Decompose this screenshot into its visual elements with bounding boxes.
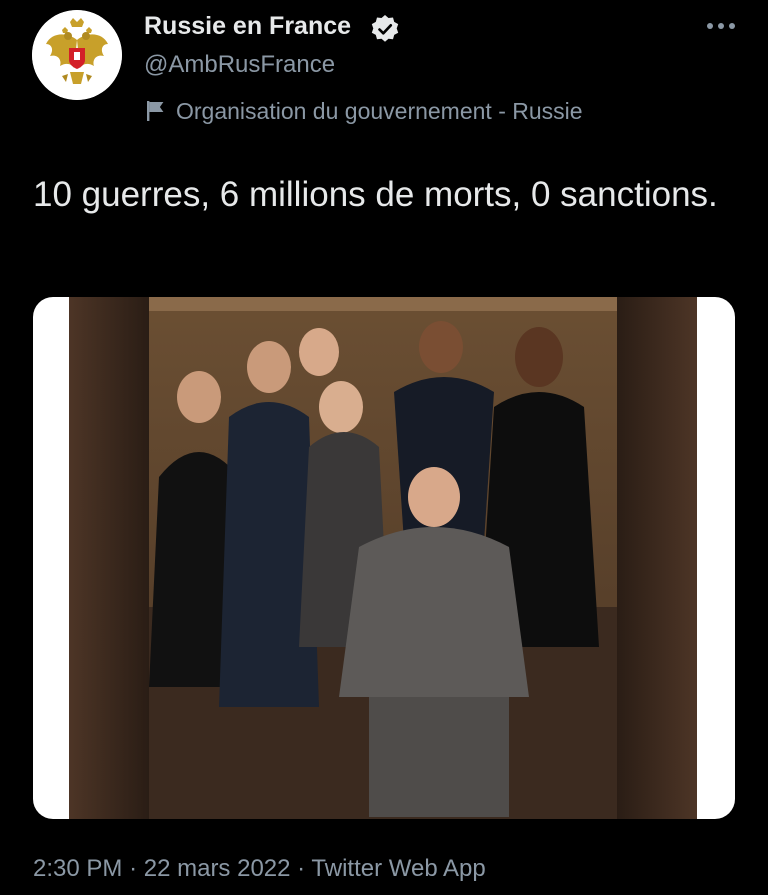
more-options-icon[interactable]	[704, 16, 738, 36]
flag-icon	[147, 101, 164, 121]
meta-separator: ·	[297, 855, 306, 882]
avatar[interactable]	[32, 10, 122, 100]
tweet-date[interactable]: 22 mars 2022	[144, 855, 291, 882]
org-label-text: Organisation du gouvernement - Russie	[176, 97, 583, 124]
tweet-media[interactable]	[33, 297, 735, 819]
display-name[interactable]: Russie en France	[144, 12, 351, 41]
meta-separator: ·	[129, 855, 138, 882]
tweet-meta: 2:30 PM · 22 mars 2022 · Twitter Web App	[33, 855, 486, 883]
tweet-client[interactable]: Twitter Web App	[311, 855, 485, 882]
tweet-text: 10 guerres, 6 millions de morts, 0 sanct…	[33, 175, 718, 214]
russian-coat-of-arms-icon	[32, 10, 122, 100]
government-org-label[interactable]: Organisation du gouvernement - Russie	[146, 96, 583, 126]
account-handle[interactable]: @AmbRusFrance	[144, 51, 335, 79]
tweet-time[interactable]: 2:30 PM	[33, 855, 122, 882]
group-photo-image	[69, 297, 697, 819]
verified-badge-icon	[371, 15, 399, 42]
